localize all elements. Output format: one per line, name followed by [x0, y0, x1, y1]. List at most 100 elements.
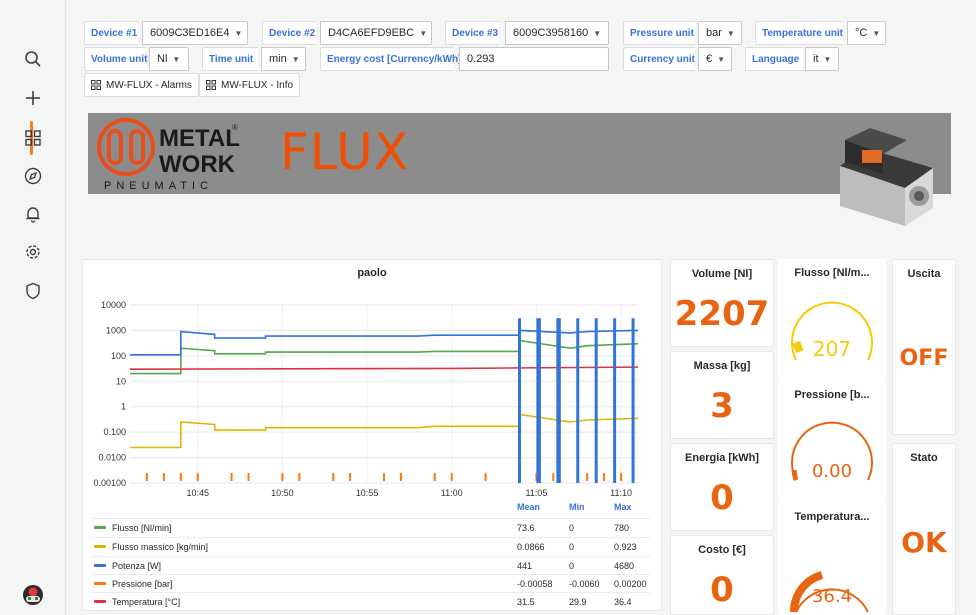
x-tick-label: 10:45 [186, 488, 209, 498]
stat-panel-volume: Volume [Nl] 2207 [670, 259, 774, 347]
temperature-unit-select[interactable]: °C ▼ [847, 21, 886, 45]
flux-device-image [835, 126, 935, 231]
legend-max: 0.923 [614, 541, 637, 552]
legend-min: 0 [569, 541, 575, 552]
gauge-title[interactable]: Pressione [b... [778, 389, 886, 401]
energy-cost-input[interactable]: 0.293 [459, 47, 609, 71]
legend-min: 0 [569, 522, 575, 533]
legend-row[interactable]: Pressione [bar] -0.00058 -0.0060 0.00200 [90, 574, 650, 592]
legend-mean: 31.5 [517, 596, 535, 607]
timeseries-chart[interactable]: 10000 1000 100 10 1 0.100 0.0100 0.00100 10:45 10… [82, 259, 662, 499]
legend-header-mean[interactable]: Mean [517, 502, 540, 512]
device2-select[interactable]: D4CA6EFD9EBC ▼ [320, 21, 432, 45]
pressure-unit-value: bar [706, 27, 722, 39]
chevron-down-icon: ▼ [717, 54, 726, 64]
status-value: OFF [899, 346, 949, 371]
legend-series-name: Temperatura [°C] [112, 596, 181, 607]
x-tick-label: 11:10 [610, 488, 632, 498]
settings-icon[interactable] [22, 241, 44, 263]
legend-mean: 441 [517, 560, 533, 571]
language-select[interactable]: it ▼ [805, 47, 839, 71]
flux-banner: METAL ® WORK PNEUMATIC FLUX [88, 113, 951, 194]
y-tick-label: 0.0100 [98, 453, 126, 463]
time-unit-value: min [269, 53, 287, 65]
volume-unit-value: Nl [157, 53, 168, 65]
currency-unit-select[interactable]: € ▼ [698, 47, 732, 71]
chevron-down-icon: ▼ [419, 28, 428, 38]
status-title[interactable]: Stato [893, 452, 955, 464]
legend-row[interactable]: Flusso massico [kg/min] 0.0866 0 0.923 [90, 537, 650, 555]
legend-row[interactable]: Temperatura [°C] 31.5 29.9 36.4 [90, 592, 650, 610]
stat-title[interactable]: Massa [kg] [671, 360, 773, 372]
stat-value: 0 [710, 570, 734, 610]
shield-icon[interactable] [22, 280, 44, 302]
stat-panel-energia: Energia [kWh] 0 [670, 443, 774, 531]
dashboards-icon[interactable] [22, 127, 44, 149]
series-line [129, 366, 639, 370]
x-tick-label: 10:55 [356, 488, 379, 498]
device1-label: Device #1 [84, 21, 138, 45]
sidebar [0, 0, 66, 615]
pressure-unit-select[interactable]: bar ▼ [698, 21, 742, 45]
stat-title[interactable]: Energia [kWh] [671, 452, 773, 464]
search-icon[interactable] [22, 48, 44, 70]
legend-mean: 0.0866 [517, 541, 545, 552]
time-unit-select[interactable]: min ▼ [261, 47, 306, 71]
device2-value: D4CA6EFD9EBC [328, 27, 415, 39]
y-tick-label: 1000 [106, 325, 126, 335]
legend-row[interactable]: Potenza [W] 441 0 4680 [90, 556, 650, 574]
alerting-icon[interactable] [22, 203, 44, 225]
volume-unit-label: Volume unit [84, 47, 147, 71]
legend-swatch [94, 526, 106, 529]
legend-series-name: Flusso massico [kg/min] [112, 541, 209, 552]
explore-icon[interactable] [22, 165, 44, 187]
device3-select[interactable]: 6009C3958160 ▼ [505, 21, 609, 45]
gauge-title[interactable]: Flusso [Nl/m... [778, 267, 886, 279]
gauge-value: 0.00 [812, 461, 852, 482]
status-panel-stato: Stato OK [892, 443, 956, 615]
y-tick-label: 0.00100 [93, 478, 126, 488]
gauge-flusso: 207 [791, 301, 873, 361]
gauge-pressione: 0.00 [791, 421, 873, 482]
stat-panel-costo: Costo [€] 0 [670, 535, 774, 615]
stat-title[interactable]: Costo [€] [671, 544, 773, 556]
status-panel-uscita: Uscita OFF [892, 259, 956, 435]
status-title[interactable]: Uscita [893, 268, 955, 280]
stat-value: 3 [710, 386, 734, 426]
logo-line1: METAL [159, 125, 240, 152]
plus-icon[interactable] [22, 87, 44, 109]
logo-sub: PNEUMATIC [104, 180, 213, 191]
gauge-title[interactable]: Temperatura... [778, 511, 886, 523]
legend-row[interactable]: Flusso [Nl/min] 73.6 0 780 [90, 518, 650, 536]
stat-value: 2207 [674, 294, 770, 334]
series-line [130, 413, 639, 449]
legend-mean: -0.00058 [517, 578, 553, 589]
temperature-unit-label: Temperature unit [755, 21, 843, 45]
legend-header-max[interactable]: Max [614, 502, 632, 512]
user-avatar[interactable] [22, 584, 44, 606]
series-line [130, 329, 639, 356]
device1-value: 6009C3ED16E4 [150, 27, 230, 39]
info-link-label: MW-FLUX - Info [221, 79, 294, 91]
y-tick-label: 0.100 [103, 427, 126, 437]
chevron-down-icon: ▼ [823, 54, 832, 64]
gauge-temperatura: 36.4 [789, 571, 869, 613]
stat-title[interactable]: Volume [Nl] [671, 268, 773, 280]
currency-unit-label: Currency unit [623, 47, 695, 71]
legend-min: -0.0060 [569, 578, 600, 589]
volume-unit-select[interactable]: Nl ▼ [149, 47, 189, 71]
legend-header-min[interactable]: Min [569, 502, 585, 512]
language-value: it [813, 53, 819, 65]
legend-max: 4680 [614, 560, 635, 571]
alarms-dashboard-link[interactable]: MW-FLUX - Alarms [84, 73, 199, 97]
info-dashboard-link[interactable]: MW-FLUX - Info [199, 73, 301, 97]
legend-min: 0 [569, 560, 575, 571]
logo-line2: WORK [159, 151, 236, 178]
logo-registered: ® [232, 123, 238, 132]
device3-value: 6009C3958160 [513, 27, 589, 39]
device2-label: Device #2 [262, 21, 316, 45]
device3-label: Device #3 [445, 21, 499, 45]
device1-select[interactable]: 6009C3ED16E4 ▼ [142, 21, 248, 45]
chevron-down-icon: ▼ [593, 28, 602, 38]
chevron-down-icon: ▼ [234, 28, 243, 38]
